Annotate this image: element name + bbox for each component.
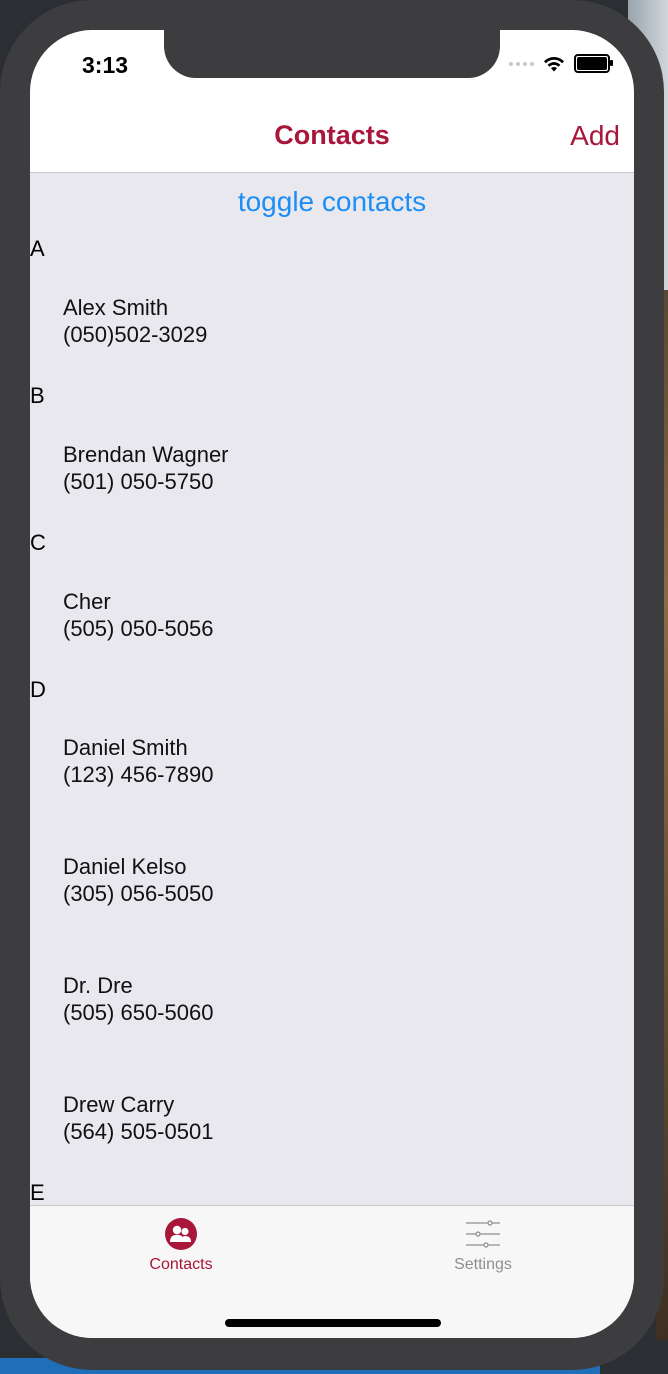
- section-header-c: C: [30, 530, 46, 555]
- contact-phone: (501) 050-5750: [63, 469, 214, 494]
- contact-row[interactable]: Daniel Kelso (305) 056-5050: [63, 853, 213, 907]
- contact-phone: (050)502-3029: [63, 322, 208, 347]
- status-time: 3:13: [82, 52, 129, 78]
- contact-row[interactable]: Dr. Dre (505) 650-5060: [63, 972, 213, 1026]
- contact-row[interactable]: Drew Carry (564) 505-0501: [63, 1091, 213, 1145]
- contact-row[interactable]: Cher (505) 050-5056: [63, 588, 213, 642]
- contact-phone: (505) 650-5060: [63, 1000, 214, 1025]
- phone-screen: 3:13 Contacts Add toggle contacts A Alex…: [30, 30, 634, 1338]
- contact-name: Alex Smith: [63, 295, 169, 320]
- page-title: Contacts: [274, 120, 390, 150]
- tab-bar: Contacts Settings: [30, 1205, 634, 1338]
- home-indicator: [225, 1319, 441, 1327]
- section-header-d: D: [30, 677, 46, 702]
- contact-phone: (505) 050-5056: [63, 616, 214, 641]
- battery-icon: [574, 54, 613, 73]
- add-button[interactable]: Add: [570, 120, 620, 152]
- status-indicators: [509, 54, 613, 73]
- contact-name: Daniel Kelso: [63, 854, 187, 879]
- section-header-e: E: [30, 1180, 45, 1205]
- contact-name: Daniel Smith: [63, 735, 188, 760]
- contact-row[interactable]: Alex Smith (050)502-3029: [63, 294, 207, 348]
- wifi-icon: [544, 56, 564, 71]
- section-header-b: B: [30, 383, 45, 408]
- toggle-contacts-button[interactable]: toggle contacts: [30, 186, 634, 218]
- phone-frame: 3:13 Contacts Add toggle contacts A Alex…: [0, 0, 664, 1370]
- contact-phone: (123) 456-7890: [63, 762, 214, 787]
- contact-name: Cher: [63, 589, 111, 614]
- contacts-icon: [165, 1218, 197, 1250]
- navigation-bar: Contacts Add: [30, 102, 634, 173]
- section-header-a: A: [30, 236, 45, 261]
- tab-label: Contacts: [149, 1256, 213, 1273]
- contact-phone: (305) 056-5050: [63, 881, 214, 906]
- contact-name: Dr. Dre: [63, 973, 133, 998]
- contact-row[interactable]: Brendan Wagner (501) 050-5750: [63, 441, 229, 495]
- sliders-icon: [466, 1220, 500, 1248]
- tab-contacts[interactable]: Contacts: [91, 1216, 271, 1274]
- cellular-signal-icon: [509, 61, 534, 66]
- notch: [164, 30, 500, 78]
- tab-settings[interactable]: Settings: [393, 1216, 573, 1274]
- contact-name: Drew Carry: [63, 1092, 175, 1117]
- contacts-list[interactable]: toggle contacts A Alex Smith (050)502-30…: [30, 173, 634, 1205]
- contact-phone: (564) 505-0501: [63, 1119, 214, 1144]
- tab-label: Settings: [454, 1256, 512, 1273]
- contact-row[interactable]: Daniel Smith (123) 456-7890: [63, 734, 213, 788]
- contact-name: Brendan Wagner: [63, 442, 229, 467]
